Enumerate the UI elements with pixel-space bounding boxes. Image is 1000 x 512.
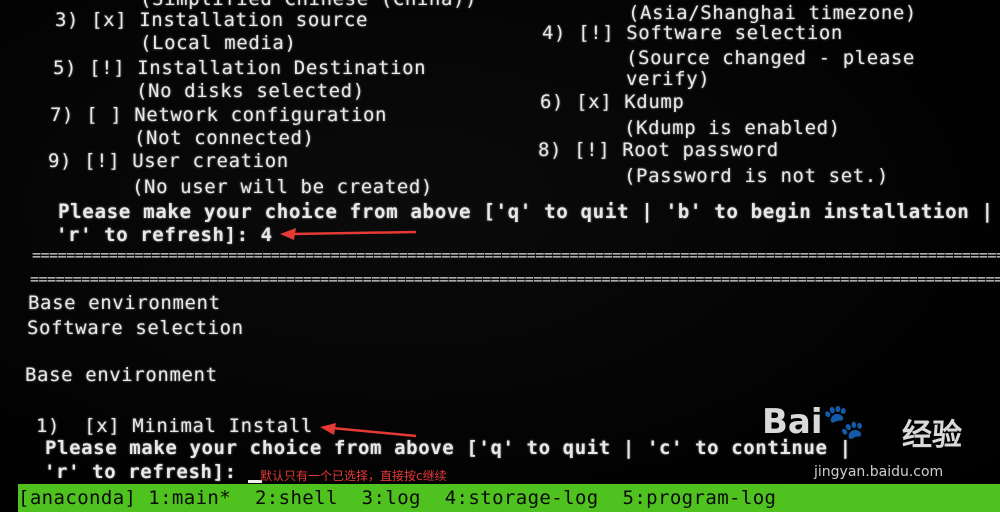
baidu-url: jingyan.baidu.com — [814, 464, 944, 480]
menu-item-installation-destination-status: (No disks selected) — [136, 80, 365, 102]
baidu-jingyan-text: 经验 — [902, 418, 962, 453]
status-window-program-log[interactable]: 5:program-log — [622, 487, 776, 509]
menu-item-root-password: 8) [!] Root password — [538, 139, 779, 161]
menu-item-software-selection-status: (Source changed - please — [626, 47, 915, 69]
terminal-screen: (Simplified Chinese (China)) 3) [x] Inst… — [0, 0, 1000, 512]
prompt-software-line1: Please make your choice from above ['q' … — [45, 437, 852, 459]
menu-timezone-status: (Asia/Shanghai timezone) — [628, 2, 917, 24]
menu-item-network-configuration: 7) [ ] Network configuration — [50, 104, 388, 126]
menu-item-kdump: 6) [x] Kdump — [540, 91, 685, 113]
software-section-heading: Base environment — [25, 364, 218, 386]
baidu-logo: Bai🐾 — [762, 402, 865, 442]
menu-item-installation-destination: 5) [!] Installation Destination — [53, 57, 427, 79]
menu-item-user-creation: 9) [!] User creation — [48, 150, 289, 172]
menu-item-kdump-status: (Kdump is enabled) — [624, 117, 841, 139]
tmux-status-bar: [anaconda] 1:main* 2:shell 3:log 4:stora… — [18, 484, 1000, 512]
annotation-hint: 默认只有一个已选择，直接按c继续 — [260, 469, 447, 483]
prompt-main-line2[interactable]: 'r' to refresh]: 4 — [56, 224, 273, 246]
menu-item-network-configuration-status: (Not connected) — [134, 127, 315, 149]
arrow-annotation-icon — [280, 228, 417, 240]
status-window-storage-log[interactable]: 4:storage-log — [445, 487, 599, 509]
software-header-title: Software selection — [27, 317, 244, 339]
menu-item-software-selection-status-cont: verify) — [626, 68, 711, 90]
menu-item-root-password-status: (Password is not set.) — [624, 165, 889, 187]
prompt-main-line1: Please make your choice from above ['q' … — [58, 200, 994, 223]
menu-item-installation-source-status: (Local media) — [140, 32, 297, 54]
separator-line-2: ========================================… — [30, 272, 1000, 286]
menu-item-software-selection: 4) [!] Software selection — [542, 22, 843, 44]
baidu-watermark: Bai🐾 经验 jingyan.baidu.com — [762, 402, 992, 492]
menu-item-user-creation-status: (No user will be created) — [132, 176, 433, 198]
menu-item-installation-source: 3) [x] Installation source — [55, 9, 369, 31]
software-option-minimal-install[interactable]: 1) [x] Minimal Install — [36, 415, 313, 437]
status-window-shell[interactable]: 2:shell — [255, 487, 338, 509]
separator-line-1: ========================================… — [32, 248, 1000, 262]
status-window-log[interactable]: 3:log — [362, 487, 421, 509]
software-header-base-environment: Base environment — [28, 292, 221, 314]
prompt-software-line2[interactable]: 'r' to refresh]: — [44, 461, 237, 483]
status-window-main[interactable]: [anaconda] 1:main* — [18, 487, 231, 509]
